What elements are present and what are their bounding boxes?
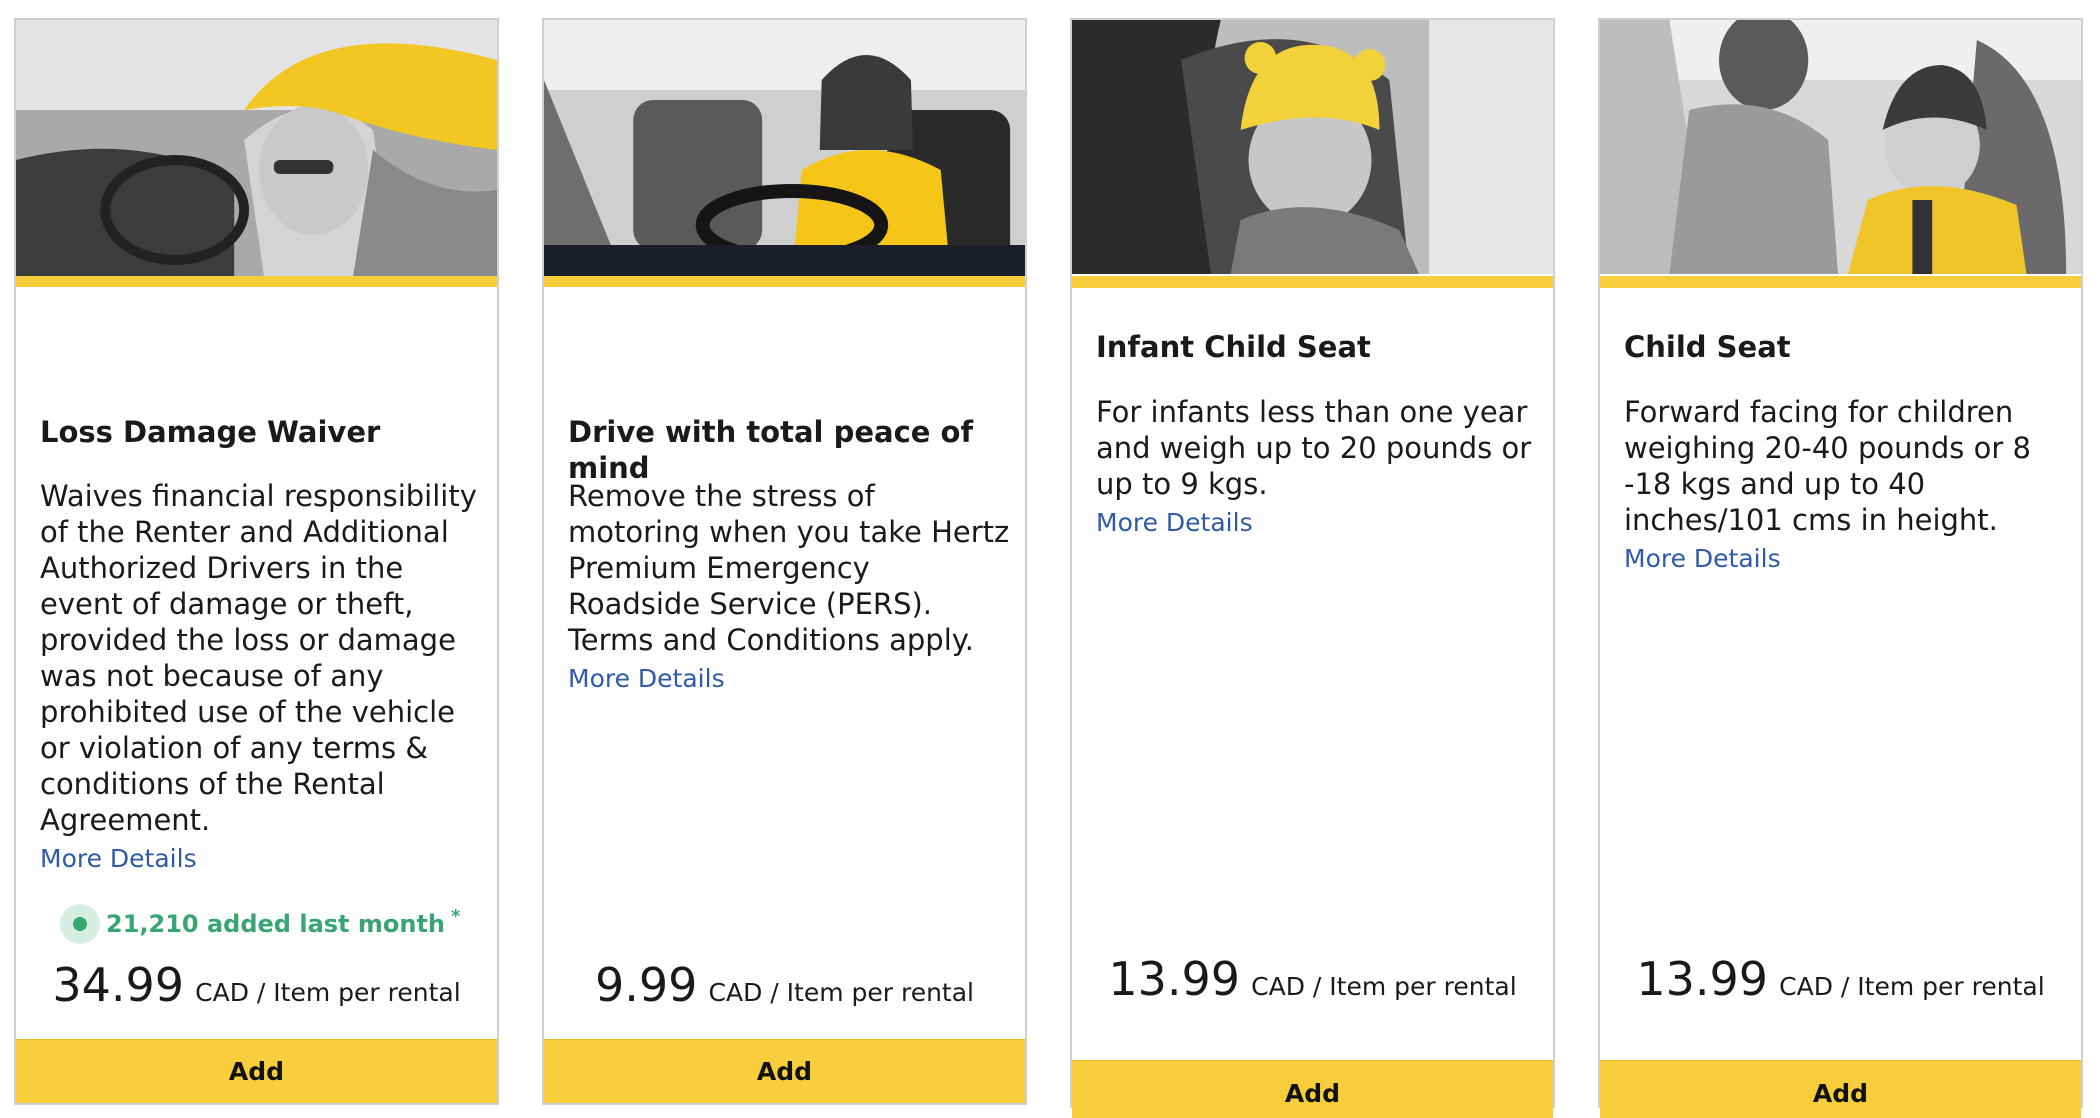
price-amount: 13.99 bbox=[1108, 952, 1241, 1006]
add-button[interactable]: Add bbox=[16, 1039, 497, 1103]
addon-card-roadside-service: Drive with total peace of mind Remove th… bbox=[542, 18, 1027, 1105]
woman-driving-yellow-hat-photo bbox=[16, 20, 497, 276]
add-button[interactable]: Add bbox=[1600, 1060, 2081, 1118]
card-description-block: Waives financial responsibility of the R… bbox=[40, 478, 483, 877]
accent-stripe bbox=[1072, 276, 1553, 288]
price-line: 9.99 CAD / Item per rental bbox=[544, 958, 1025, 1012]
card-title: Drive with total peace of mind bbox=[568, 415, 974, 485]
footnote-mark: * bbox=[451, 905, 461, 927]
card-title: Loss Damage Waiver bbox=[40, 415, 381, 449]
father-and-child-seat-photo bbox=[1600, 20, 2081, 274]
card-description: Waives financial responsibility of the R… bbox=[40, 479, 477, 837]
more-details-link[interactable]: More Details bbox=[568, 661, 1011, 697]
price-unit: CAD / Item per rental bbox=[195, 978, 461, 1007]
accent-stripe bbox=[1600, 276, 2081, 288]
woman-smiling-at-wheel-photo bbox=[544, 20, 1025, 276]
card-title: Infant Child Seat bbox=[1096, 330, 1371, 364]
social-proof-badge: 21,210 added last month * bbox=[60, 904, 460, 944]
card-description-block: Remove the stress of motoring when you t… bbox=[568, 478, 1011, 697]
add-on-cards: Loss Damage Waiver Waives financial resp… bbox=[0, 0, 2100, 1118]
accent-stripe bbox=[544, 276, 1025, 287]
card-description-block: Forward facing for children weighing 20-… bbox=[1624, 394, 2067, 577]
social-proof-text: 21,210 added last month bbox=[106, 910, 446, 938]
card-description: Remove the stress of motoring when you t… bbox=[568, 479, 1010, 657]
infant-in-car-seat-photo bbox=[1072, 20, 1553, 274]
price-unit: CAD / Item per rental bbox=[1251, 972, 1517, 1001]
more-details-link[interactable]: More Details bbox=[1624, 541, 2067, 577]
card-description-block: For infants less than one year and weigh… bbox=[1096, 394, 1539, 541]
price-amount: 9.99 bbox=[595, 958, 698, 1012]
price-line: 34.99 CAD / Item per rental bbox=[16, 958, 497, 1012]
card-description: For infants less than one year and weigh… bbox=[1096, 395, 1532, 501]
add-button[interactable]: Add bbox=[1072, 1060, 1553, 1118]
accent-stripe bbox=[16, 276, 497, 287]
live-dot-icon bbox=[60, 904, 100, 944]
price-unit: CAD / Item per rental bbox=[708, 978, 974, 1007]
card-description: Forward facing for children weighing 20-… bbox=[1624, 395, 2031, 537]
price-amount: 13.99 bbox=[1636, 952, 1769, 1006]
price-amount: 34.99 bbox=[52, 958, 185, 1012]
price-unit: CAD / Item per rental bbox=[1779, 972, 2045, 1001]
more-details-link[interactable]: More Details bbox=[40, 841, 483, 877]
addon-card-loss-damage-waiver: Loss Damage Waiver Waives financial resp… bbox=[14, 18, 499, 1105]
add-button[interactable]: Add bbox=[544, 1039, 1025, 1103]
price-line: 13.99 CAD / Item per rental bbox=[1600, 952, 2081, 1006]
price-line: 13.99 CAD / Item per rental bbox=[1072, 952, 1553, 1006]
addon-card-infant-child-seat: Infant Child Seat For infants less than … bbox=[1070, 18, 1555, 1118]
addon-card-child-seat: Child Seat Forward facing for children w… bbox=[1598, 18, 2083, 1118]
card-title: Child Seat bbox=[1624, 330, 1791, 364]
more-details-link[interactable]: More Details bbox=[1096, 505, 1539, 541]
